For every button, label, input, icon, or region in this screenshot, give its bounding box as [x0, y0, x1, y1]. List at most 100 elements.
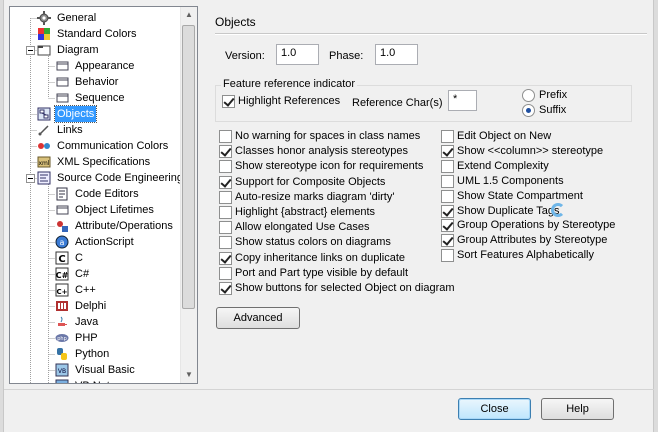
objects-icon — [37, 107, 51, 121]
tree-item-label: C# — [75, 268, 90, 280]
actionscript-icon: a — [55, 235, 69, 249]
checkbox-box[interactable] — [441, 130, 454, 143]
tree-item-label: Source Code Engineering — [57, 172, 182, 184]
checkbox-box[interactable] — [219, 206, 232, 219]
option-label: Show <<column>> stereotype — [457, 144, 604, 157]
phase-label: Phase: — [329, 50, 364, 62]
bottom-divider — [4, 389, 654, 390]
help-button[interactable]: Help — [541, 398, 614, 420]
option-label: Highlight {abstract} elements — [235, 206, 376, 218]
option-label: UML 1.5 Components — [457, 174, 564, 187]
communication-icon — [37, 139, 51, 153]
xml-icon: xml — [37, 155, 51, 169]
page-icon — [55, 203, 69, 217]
svg-text:xml: xml — [38, 160, 49, 167]
tree-item-label: Links — [57, 124, 83, 136]
collapse-toggle-icon[interactable] — [26, 46, 35, 55]
checkbox-box[interactable] — [219, 160, 232, 174]
option-label: Classes honor analysis stereotypes — [235, 145, 409, 158]
option-label: Show Duplicate Tags — [457, 204, 560, 217]
attribute-icon — [55, 219, 69, 233]
tree-item-label: Communication Colors — [57, 140, 169, 152]
suffix-label: Suffix — [539, 104, 567, 116]
option-label: Group Attributes by Stereotype — [457, 234, 608, 247]
checkbox-box[interactable] — [441, 204, 454, 218]
window-frame-right — [653, 0, 658, 432]
svg-text:C#: C# — [56, 271, 69, 280]
checkbox-box[interactable] — [219, 266, 232, 280]
tree-item-label: Delphi — [75, 300, 107, 312]
tree-item-label: XML Specifications — [57, 156, 151, 168]
svg-text:php: php — [57, 336, 67, 342]
tree-vertical-scrollbar[interactable]: ▲ ▼ — [180, 7, 197, 383]
title-divider — [215, 33, 647, 35]
tree-item-label: Standard Colors — [57, 28, 137, 40]
option-label: Sort Features Alphabetically — [457, 249, 594, 262]
checkbox-box[interactable] — [441, 144, 454, 158]
link-icon — [37, 123, 51, 137]
advanced-button[interactable]: Advanced — [216, 307, 300, 329]
busy-cursor-icon — [551, 203, 565, 217]
radio-circle[interactable] — [522, 104, 535, 117]
page-icon — [55, 59, 69, 73]
scroll-thumb[interactable] — [182, 25, 195, 309]
checkbox-box[interactable] — [219, 282, 232, 295]
code-editor-icon — [55, 187, 69, 201]
c-language-icon: C — [55, 251, 69, 265]
option-label: No warning for spaces in class names — [235, 130, 421, 142]
checkbox-box[interactable] — [441, 174, 454, 188]
php-icon: php — [55, 331, 69, 345]
collapse-toggle-icon[interactable] — [26, 174, 35, 183]
prefix-label: Prefix — [539, 89, 568, 101]
option-label: Group Operations by Stereotype — [457, 219, 616, 232]
cpp-language-icon: C+ — [55, 283, 69, 297]
tree-item-label: Object Lifetimes — [75, 204, 154, 216]
checkbox-box[interactable] — [219, 175, 232, 189]
feature-reference-title: Feature reference indicator — [221, 78, 358, 90]
java-icon — [55, 315, 69, 329]
tree-item-label: ActionScript — [75, 236, 134, 248]
version-input[interactable]: 1.0 — [276, 44, 319, 65]
checkbox-box[interactable] — [441, 249, 454, 263]
checkbox-box[interactable] — [219, 130, 232, 143]
option-label: Copy inheritance links on duplicate — [235, 251, 405, 264]
checkbox-box[interactable] — [441, 159, 454, 173]
checkbox-box[interactable] — [219, 145, 232, 159]
phase-input[interactable]: 1.0 — [375, 44, 418, 65]
highlight-references-label: Highlight References — [238, 95, 341, 107]
svg-text:VB: VB — [58, 368, 66, 375]
option-label: Show State Compartment — [457, 189, 583, 202]
checkbox-box[interactable] — [219, 221, 232, 235]
checkbox-box[interactable] — [219, 251, 232, 265]
delphi-icon — [55, 299, 69, 313]
checkbox-box[interactable] — [441, 234, 454, 248]
option-label: Show stereotype icon for requirements — [235, 160, 424, 173]
scroll-down-arrow-icon[interactable]: ▼ — [181, 367, 197, 383]
options-tree[interactable]: General Standard Colors Diagram Appearance B… — [9, 6, 198, 384]
option-label: Show status colors on diagrams — [235, 236, 391, 249]
tree-item-label: PHP — [75, 332, 98, 344]
close-button[interactable]: Close — [458, 398, 531, 420]
tree-item-label: General — [57, 12, 97, 24]
scroll-up-arrow-icon[interactable]: ▲ — [181, 7, 197, 23]
option-label: Edit Object on New — [457, 130, 552, 142]
page-icon — [55, 91, 69, 105]
checkbox-box[interactable] — [441, 219, 454, 233]
tree-item-label: VB.Net — [73, 378, 112, 383]
code-engineering-icon — [37, 171, 51, 185]
radio-circle[interactable] — [522, 89, 535, 102]
checkbox-box[interactable] — [441, 189, 454, 203]
svg-text:C+: C+ — [56, 288, 67, 296]
option-label: Auto-resize marks diagram 'dirty' — [235, 190, 395, 203]
csharp-language-icon: C# — [55, 267, 69, 281]
option-label: Allow elongated Use Cases — [235, 221, 370, 234]
reference-char-input[interactable]: * — [448, 90, 477, 111]
option-label: Port and Part type visible by default — [235, 266, 409, 279]
tree-item-label: Objects — [53, 105, 98, 123]
checkbox-box[interactable] — [222, 95, 235, 108]
checkbox-box[interactable] — [219, 190, 232, 204]
visual-basic-icon: VB — [55, 363, 69, 377]
svg-text:a: a — [60, 238, 65, 247]
checkbox-box[interactable] — [219, 236, 232, 250]
tree-item-label: Java — [75, 316, 99, 328]
